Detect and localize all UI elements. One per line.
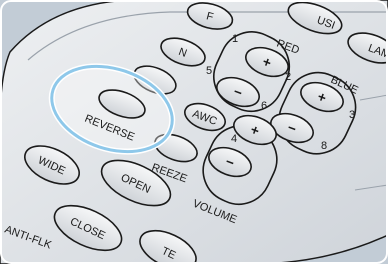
remote-illustration: F USI LAM N 1 5 2 6 3 8 4 RED + − BLUE + (0, 0, 388, 264)
number-6: 8 (321, 140, 327, 152)
number-4: 5 (206, 65, 212, 77)
number-8: 4 (231, 133, 237, 145)
